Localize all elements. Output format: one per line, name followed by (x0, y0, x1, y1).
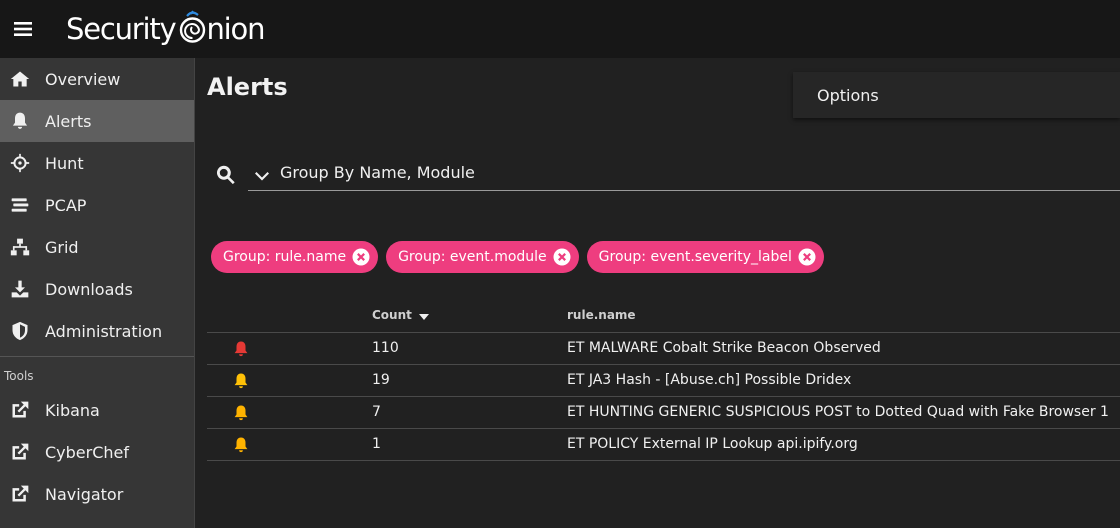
shield-icon (9, 320, 31, 342)
sidebar-item-kibana[interactable]: Kibana (0, 389, 194, 431)
chip-label: Group: rule.name (223, 249, 347, 265)
logo-text-right: nion (206, 12, 266, 46)
group-chips: Group: rule.name Group: event.module Gro… (211, 241, 832, 273)
sidebar-item-navigator[interactable]: Navigator (0, 473, 194, 515)
top-app-bar: Security nion (0, 0, 1120, 58)
count-cell: 110 (372, 340, 399, 356)
bell-icon[interactable] (232, 340, 250, 358)
sidebar-item-label: Navigator (45, 484, 124, 504)
options-label: Options (817, 86, 879, 105)
column-header-count[interactable]: Count (372, 308, 430, 322)
bell-icon[interactable] (232, 436, 250, 454)
download-icon (9, 278, 31, 300)
sidebar-item-alerts[interactable]: Alerts (0, 100, 194, 142)
table-row[interactable]: 7 ET HUNTING GENERIC SUSPICIOUS POST to … (207, 397, 1120, 429)
count-cell: 1 (372, 436, 381, 452)
group-chip-rule-name[interactable]: Group: rule.name (211, 241, 379, 273)
alerts-table: Count rule.name 110 ET MALWARE Cobalt St… (207, 299, 1120, 461)
table-row[interactable]: 1 ET POLICY External IP Lookup api.ipify… (207, 429, 1120, 461)
security-onion-logo[interactable]: Security nion (66, 10, 266, 46)
sidebar-item-label: CyberChef (45, 442, 130, 462)
external-link-icon (9, 441, 31, 463)
page-title: Alerts (207, 73, 288, 101)
group-chip-event-severity-label[interactable]: Group: event.severity_label (586, 241, 824, 273)
sidebar-item-cyberchef[interactable]: CyberChef (0, 431, 194, 473)
close-icon[interactable] (352, 248, 370, 266)
sidebar-item-label: Downloads (45, 279, 133, 299)
search-icon[interactable] (215, 164, 239, 188)
crosshairs-icon (9, 152, 31, 174)
query-text: Group By Name, Module (280, 163, 475, 182)
sidebar-item-grid[interactable]: Grid (0, 226, 194, 268)
sidebar-item-pcap[interactable]: PCAP (0, 184, 194, 226)
sort-desc-icon (418, 314, 429, 320)
rule-name-cell: ET POLICY External IP Lookup api.ipify.o… (567, 436, 858, 452)
table-row[interactable]: 110 ET MALWARE Cobalt Strike Beacon Obse… (207, 333, 1120, 365)
logo-text-left: Security (66, 12, 177, 46)
rule-name-cell: ET JA3 Hash - [Abuse.ch] Possible Dridex (567, 372, 852, 388)
close-icon[interactable] (798, 248, 816, 266)
sidebar: Overview Alerts Hunt PCAP Grid Downloads… (0, 58, 195, 528)
stream-icon (9, 194, 31, 216)
onion-logo-icon (179, 10, 206, 44)
home-icon (9, 68, 31, 90)
sidebar-item-overview[interactable]: Overview (0, 58, 194, 100)
bell-icon[interactable] (232, 404, 250, 422)
chevron-down-icon[interactable] (254, 167, 270, 183)
tools-section-label: Tools (4, 369, 34, 383)
chip-label: Group: event.module (398, 249, 547, 265)
external-link-icon (9, 399, 31, 421)
column-header-label: Count (372, 308, 412, 322)
external-link-icon (9, 483, 31, 505)
rule-name-cell: ET MALWARE Cobalt Strike Beacon Observed (567, 340, 881, 356)
search-row: Group By Name, Module (215, 158, 1120, 192)
sidebar-item-label: Grid (45, 237, 79, 257)
menu-icon[interactable] (0, 0, 46, 58)
network-icon (9, 236, 31, 258)
close-icon[interactable] (553, 248, 571, 266)
sidebar-item-label: Administration (45, 321, 163, 341)
bell-icon (9, 110, 31, 132)
chip-label: Group: event.severity_label (598, 249, 792, 265)
sidebar-item-label: Alerts (45, 111, 92, 131)
column-header-rule-name[interactable]: rule.name (567, 308, 636, 322)
sidebar-item-hunt[interactable]: Hunt (0, 142, 194, 184)
table-row[interactable]: 19 ET JA3 Hash - [Abuse.ch] Possible Dri… (207, 365, 1120, 397)
count-cell: 19 (372, 372, 390, 388)
group-chip-event-module[interactable]: Group: event.module (386, 241, 579, 273)
query-input[interactable]: Group By Name, Module (248, 158, 1120, 191)
bell-icon[interactable] (232, 372, 250, 390)
count-cell: 7 (372, 404, 381, 420)
sidebar-item-label: Overview (45, 69, 121, 89)
sidebar-item-label: PCAP (45, 195, 87, 215)
sidebar-item-administration[interactable]: Administration (0, 310, 194, 352)
table-header: Count rule.name (207, 299, 1120, 333)
main-content: Alerts Options Group By Name, Module Gro… (195, 58, 1120, 528)
rule-name-cell: ET HUNTING GENERIC SUSPICIOUS POST to Do… (567, 404, 1109, 420)
sidebar-item-downloads[interactable]: Downloads (0, 268, 194, 310)
sidebar-item-label: Kibana (45, 400, 100, 420)
sidebar-item-label: Hunt (45, 153, 84, 173)
options-panel[interactable]: Options (793, 72, 1120, 118)
